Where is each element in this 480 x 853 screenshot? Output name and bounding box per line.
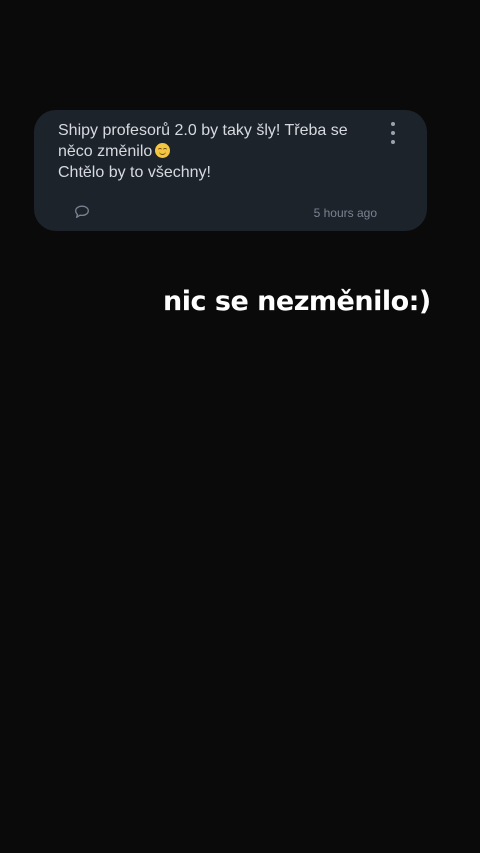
comment-bubble-icon[interactable]: [74, 205, 90, 219]
post-line-2-text: něco změnilo: [58, 143, 153, 160]
grimacing-face-emoji: [155, 143, 171, 158]
overlay-caption: nic se nezměnilo:): [163, 286, 431, 317]
post-line-2: něco změnilo: [58, 141, 367, 162]
question-card: Shipy profesorů 2.0 by taky šly! Třeba s…: [34, 110, 427, 231]
post-line-1: Shipy profesorů 2.0 by taky šly! Třeba s…: [58, 122, 348, 139]
story-screen: Shipy profesorů 2.0 by taky šly! Třeba s…: [0, 0, 480, 853]
more-options-icon[interactable]: [384, 122, 402, 144]
post-line-3: Chtělo by to všechny!: [58, 164, 211, 181]
timestamp: 5 hours ago: [313, 206, 377, 220]
post-text: Shipy profesorů 2.0 by taky šly! Třeba s…: [58, 120, 367, 183]
